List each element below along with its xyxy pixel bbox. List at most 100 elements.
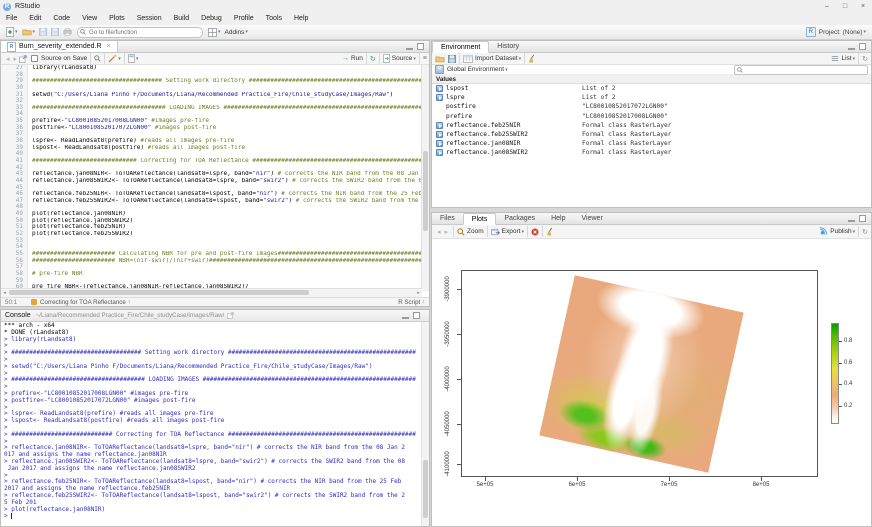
go-to-file-input[interactable] xyxy=(77,27,203,38)
object-expander-icon[interactable] xyxy=(436,140,443,147)
source-button[interactable]: Source xyxy=(392,55,413,62)
env-row-reflectance.feb25NIR[interactable]: reflectance.feb25NIRFormal class RasterL… xyxy=(432,121,871,130)
addins-button[interactable]: Addins ▾ xyxy=(225,29,248,36)
scroll-right-icon[interactable]: ▸ xyxy=(415,290,422,296)
env-row-reflectance.feb25SWIR2[interactable]: reflectance.feb25SWIR2Formal class Raste… xyxy=(432,130,871,139)
clear-all-plots-broom-icon[interactable] xyxy=(546,227,555,236)
source-on-save-checkbox[interactable] xyxy=(31,55,38,62)
menu-session[interactable]: Session xyxy=(131,13,168,25)
menu-plots[interactable]: Plots xyxy=(103,13,131,25)
environment-scope-selector[interactable]: Global Environment xyxy=(447,66,504,73)
menu-code[interactable]: Code xyxy=(47,13,76,25)
scrollbar-thumb[interactable] xyxy=(423,151,428,231)
minimize-pane-icon[interactable] xyxy=(406,43,413,50)
tab-packages[interactable]: Packages xyxy=(496,213,543,224)
export-plot-button[interactable]: Export xyxy=(502,228,521,235)
minimize-window-button[interactable]: – xyxy=(818,1,836,13)
menu-tools[interactable]: Tools xyxy=(260,13,288,25)
print-button[interactable] xyxy=(63,28,72,36)
env-row-lspost[interactable]: lspostList of 2 xyxy=(432,84,871,93)
compile-report-icon[interactable] xyxy=(128,54,135,63)
find-icon[interactable] xyxy=(94,55,101,62)
maximize-pane-icon[interactable] xyxy=(413,312,420,319)
tab-help[interactable]: Help xyxy=(543,213,573,224)
tab-history[interactable]: History xyxy=(489,41,527,52)
list-view-button[interactable]: List xyxy=(841,55,851,62)
scroll-left-icon[interactable]: ◂ xyxy=(1,290,8,296)
close-window-button[interactable]: × xyxy=(854,1,872,13)
menu-file[interactable]: File xyxy=(0,13,23,25)
object-expander-icon[interactable] xyxy=(436,94,443,101)
environment-search-input[interactable] xyxy=(745,66,857,73)
refresh-plot-icon[interactable]: ↻ xyxy=(862,228,868,236)
line-number: 49 xyxy=(1,211,28,218)
close-tab-icon[interactable]: × xyxy=(107,43,111,50)
console-line: > setwd("C:/Users/Liana Pinho F/Document… xyxy=(4,364,422,371)
zoom-plot-button[interactable]: Zoom xyxy=(467,228,484,235)
save-workspace-icon[interactable] xyxy=(448,55,456,63)
x-tick-label: 7e+05 xyxy=(661,482,678,488)
pane-layout-button[interactable]: ▾ xyxy=(208,28,221,37)
code-editor[interactable]: 27library(rLandsat8)28 29###############… xyxy=(1,65,422,291)
refresh-environment-icon[interactable]: ↻ xyxy=(862,55,868,63)
maximize-window-button[interactable]: □ xyxy=(836,1,854,13)
env-row-postfire[interactable]: postfire"LC80010852017072LGN00" xyxy=(432,102,871,111)
clear-environment-broom-icon[interactable] xyxy=(528,54,537,63)
import-dataset-button[interactable]: Import Dataset xyxy=(475,55,518,62)
remove-plot-icon[interactable] xyxy=(531,228,539,236)
object-expander-icon[interactable] xyxy=(436,131,443,138)
scrollbar-thumb[interactable] xyxy=(9,290,309,295)
console-scrollbar[interactable] xyxy=(421,322,429,526)
env-row-prefire[interactable]: prefire"LC80010852017008LGN00" xyxy=(432,112,871,121)
tab-burn-severity-extended[interactable]: R Burn_severity_extended.R × xyxy=(1,41,118,52)
console-output[interactable]: *** arch - x64* DONE (rLandsat8)> librar… xyxy=(1,322,422,526)
document-outline-icon[interactable]: ≡ xyxy=(423,55,426,62)
minimize-pane-icon[interactable] xyxy=(848,215,855,222)
minimize-pane-icon[interactable] xyxy=(402,312,409,319)
tab-environment[interactable]: Environment xyxy=(432,41,489,53)
code-text: ##################################### LO… xyxy=(28,105,422,112)
run-button[interactable]: Run xyxy=(351,55,363,62)
env-row-reflectance.jan08NIR[interactable]: reflectance.jan08NIRFormal class RasterL… xyxy=(432,139,871,148)
menu-view[interactable]: View xyxy=(76,13,103,25)
menu-help[interactable]: Help xyxy=(288,13,314,25)
editor-horizontal-scrollbar[interactable]: ◂ ▸ xyxy=(1,288,422,297)
object-expander-icon[interactable] xyxy=(436,85,443,92)
console-line: > #################################### S… xyxy=(4,350,422,357)
object-expander-icon[interactable] xyxy=(436,122,443,129)
tab-viewer[interactable]: Viewer xyxy=(574,213,611,224)
section-navigator[interactable]: Correcting for TOA Reflectance xyxy=(40,299,126,306)
object-expander-icon[interactable] xyxy=(436,149,443,156)
code-text: plot(reflectance.jan08NIR) xyxy=(28,211,126,218)
tab-plots[interactable]: Plots xyxy=(463,213,497,225)
editor-vertical-scrollbar[interactable] xyxy=(421,65,429,291)
project-menu-button[interactable]: R Project: (None) ▾ xyxy=(806,27,872,37)
open-file-button[interactable]: ▾ xyxy=(22,28,36,36)
tab-files[interactable]: Files xyxy=(432,213,463,224)
new-file-button[interactable]: ▾ xyxy=(6,27,18,37)
maximize-pane-icon[interactable] xyxy=(417,43,424,50)
publish-button[interactable]: Publish xyxy=(830,228,851,235)
code-tools-wand-icon[interactable] xyxy=(108,54,117,63)
menu-build[interactable]: Build xyxy=(168,13,196,25)
menu-edit[interactable]: Edit xyxy=(23,13,47,25)
back-icon[interactable]: ◂ xyxy=(6,55,10,63)
maximize-pane-icon[interactable] xyxy=(859,215,866,222)
rerun-icon[interactable]: ↻ xyxy=(370,55,376,63)
load-workspace-icon[interactable] xyxy=(435,55,445,63)
popout-icon[interactable] xyxy=(19,55,27,63)
save-all-button[interactable] xyxy=(51,28,59,36)
menu-debug[interactable]: Debug xyxy=(195,13,228,25)
open-in-new-window-icon[interactable] xyxy=(227,312,234,319)
minimize-pane-icon[interactable] xyxy=(848,43,855,50)
scrollbar-thumb[interactable] xyxy=(423,460,428,518)
save-button[interactable] xyxy=(39,28,47,36)
next-plot-icon[interactable]: ▸ xyxy=(445,228,449,236)
previous-plot-icon[interactable]: ◂ xyxy=(437,228,441,236)
env-row-lspre[interactable]: lspreList of 2 xyxy=(432,93,871,102)
menu-profile[interactable]: Profile xyxy=(228,13,260,25)
forward-icon[interactable]: ▸ xyxy=(14,55,18,63)
file-type-selector[interactable]: R Script xyxy=(398,299,420,306)
maximize-pane-icon[interactable] xyxy=(859,43,866,50)
env-row-reflectance.jan08SWIR2[interactable]: reflectance.jan08SWIR2Formal class Raste… xyxy=(432,148,871,157)
